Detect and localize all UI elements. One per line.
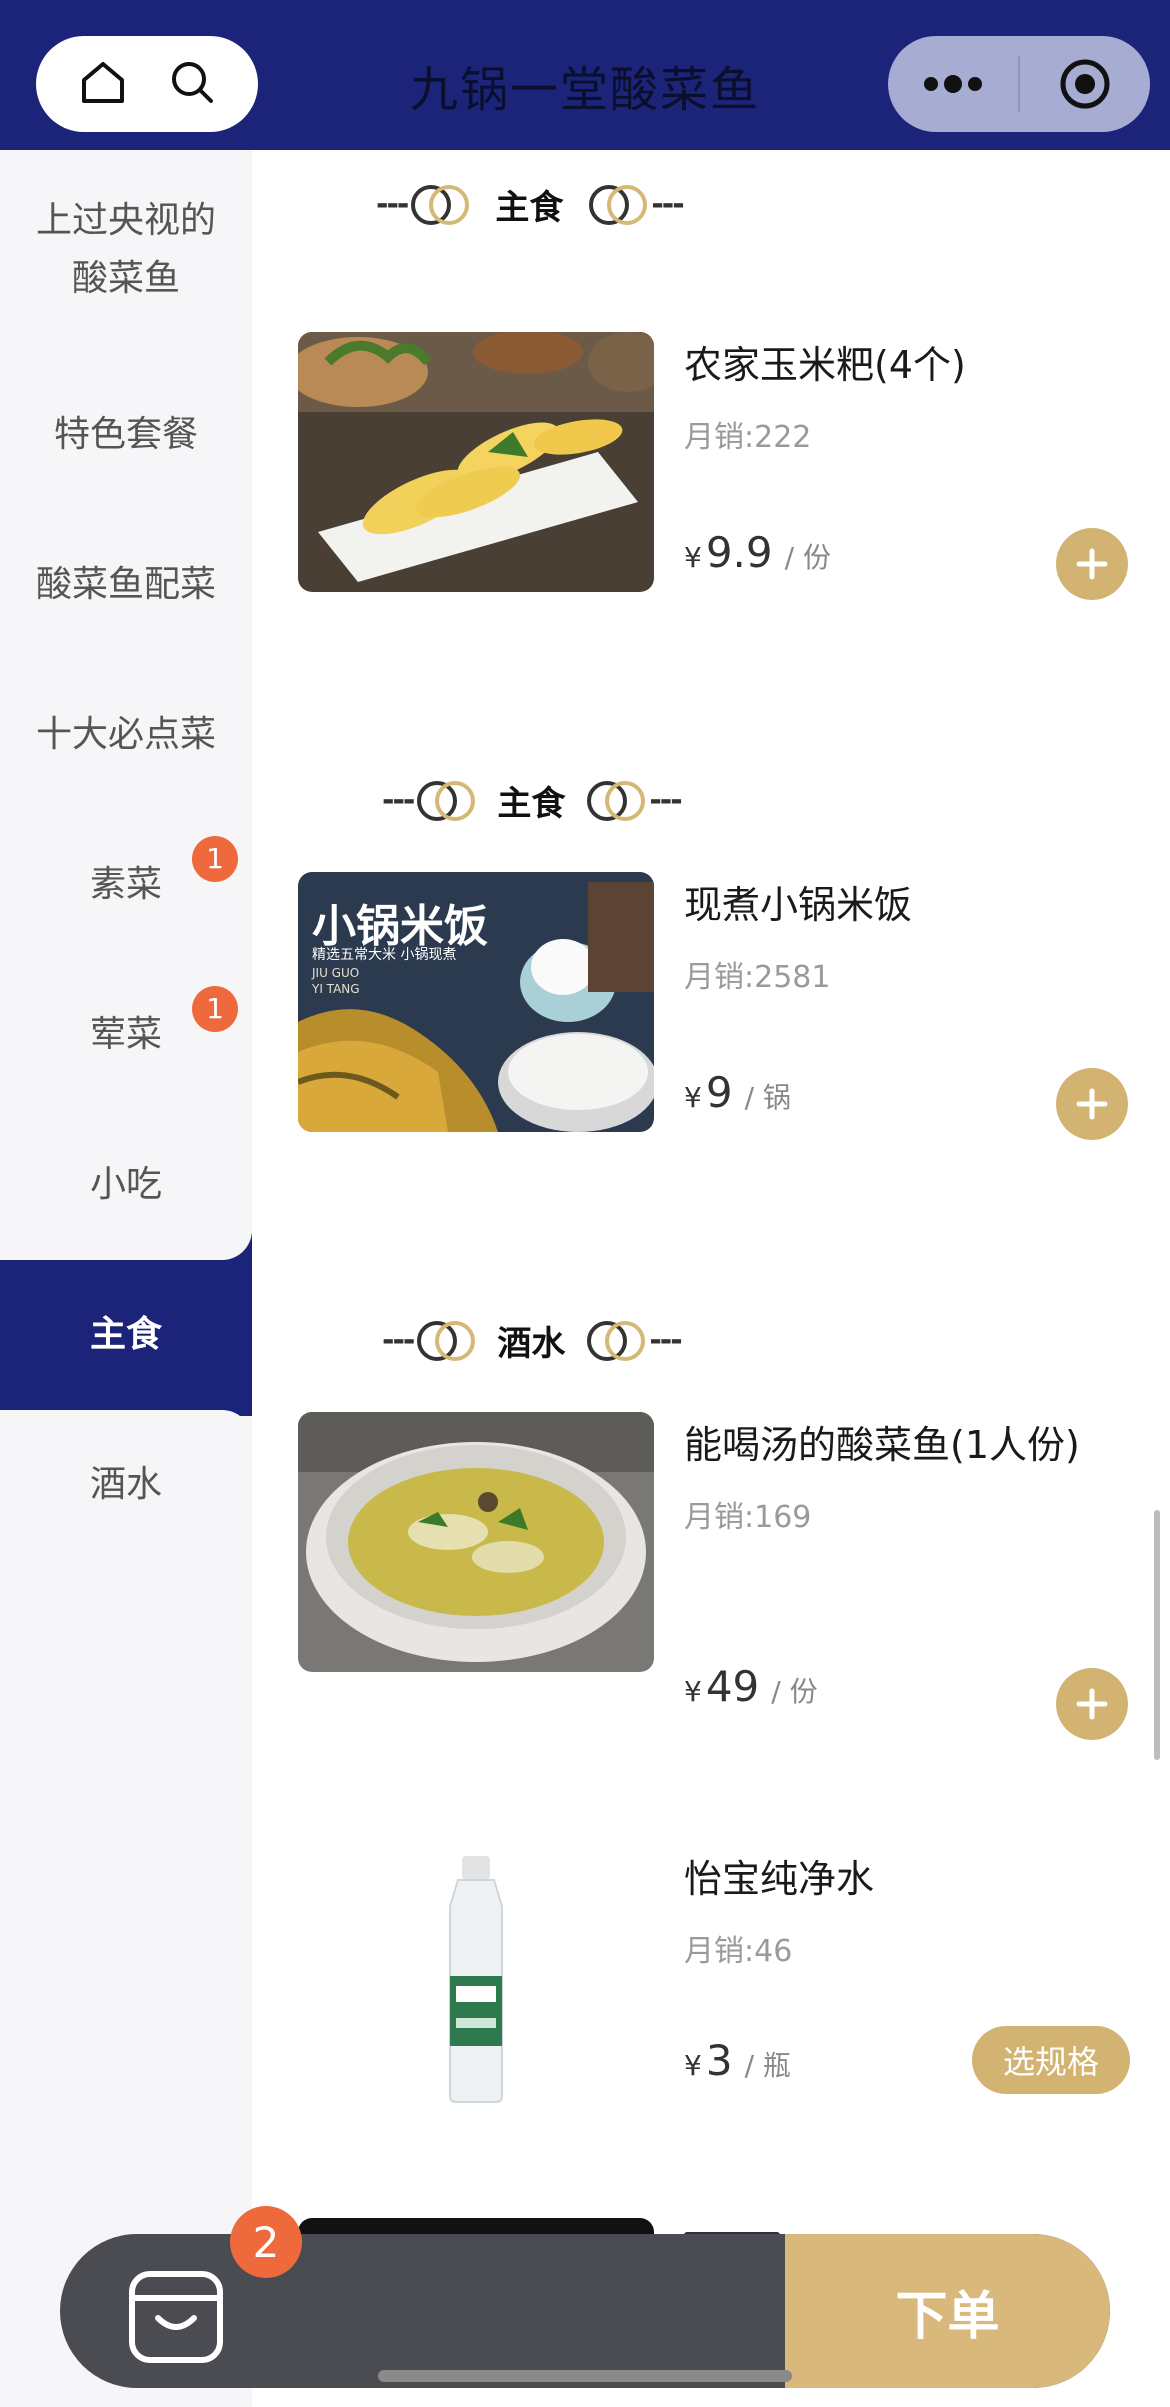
- product-sales: 月销:222: [684, 420, 812, 455]
- product-sales: 月销:169: [684, 1500, 812, 1535]
- sidebar-item-side-dishes[interactable]: 酸菜鱼配菜: [0, 510, 252, 660]
- sidebar-item-label: 上过央视的 酸菜鱼: [35, 200, 216, 299]
- rings-icon: [589, 184, 648, 225]
- cart-count-badge: 2: [230, 2206, 302, 2278]
- search-icon[interactable]: [167, 57, 217, 111]
- product-card[interactable]: 能喝汤的酸菜鱼(1人份) 月销:169 ¥ 49 / 份: [298, 1412, 1138, 1752]
- add-to-cart-button[interactable]: [1056, 528, 1128, 600]
- sidebar-item-label: 酸菜鱼配菜: [35, 564, 216, 605]
- nav-bar: 九锅一堂酸菜鱼: [0, 0, 1170, 150]
- product-image-fish-soup[interactable]: [298, 1412, 654, 1672]
- rings-icon: [411, 184, 470, 225]
- section-title: 主食: [495, 188, 564, 228]
- section-header: --- 酒水 ---: [382, 1316, 683, 1365]
- plus-icon: [1076, 548, 1108, 580]
- product-image-corn-cake[interactable]: [298, 332, 654, 592]
- section-header: --- 主食 ---: [376, 180, 685, 229]
- rings-icon: [417, 1320, 476, 1361]
- sidebar-item-cctv-fish[interactable]: 上过央视的 酸菜鱼: [0, 175, 252, 325]
- sidebar-item-label: 酒水: [89, 1464, 162, 1505]
- price-unit: / 份: [771, 1675, 818, 1708]
- product-name: 现煮小锅米饭: [684, 883, 913, 927]
- sidebar-item-snacks[interactable]: 小吃: [0, 1110, 252, 1260]
- section-title: 主食: [497, 784, 566, 824]
- plus-icon: [1076, 1688, 1108, 1720]
- section-decoration: ---: [376, 187, 409, 222]
- price-value: 49: [705, 1662, 760, 1711]
- scrollbar[interactable]: [1154, 1510, 1160, 1760]
- product-image-water[interactable]: [298, 1846, 654, 2106]
- checkout-button[interactable]: 下单: [785, 2234, 1110, 2388]
- sidebar-item-top-ten[interactable]: 十大必点菜: [0, 660, 252, 810]
- product-card[interactable]: 怡宝纯净水 月销:46 ¥ 3 / 瓶 选规格: [298, 1846, 1138, 2146]
- currency-symbol: ¥: [684, 2049, 702, 2082]
- rings-icon: [587, 780, 646, 821]
- rings-icon: [587, 1320, 646, 1361]
- nav-right-pill: [888, 36, 1150, 132]
- sidebar-item-label: 十大必点菜: [35, 714, 216, 755]
- nav-left-pill: [36, 36, 258, 132]
- select-spec-button[interactable]: 选规格: [972, 2026, 1130, 2094]
- product-sales: 月销:2581: [684, 960, 831, 995]
- sidebar-item-vegetables[interactable]: 素菜 1: [0, 810, 252, 960]
- section-decoration: ---: [382, 783, 415, 818]
- product-image-rice[interactable]: 小锅米饭 精选五常大米 小锅现煮 JIU GUO YI TANG: [298, 872, 654, 1132]
- page-title: 九锅一堂酸菜鱼: [409, 62, 760, 118]
- price-unit: / 瓶: [744, 2049, 791, 2082]
- section-decoration: ---: [649, 1323, 682, 1358]
- sidebar-item-label: 主食: [89, 1314, 162, 1355]
- count-badge: 1: [192, 986, 238, 1032]
- add-to-cart-button[interactable]: [1056, 1068, 1128, 1140]
- image-brand-line1: JIU GUO: [312, 966, 360, 980]
- price-value: 9.9: [705, 528, 773, 577]
- sidebar-item-label: 特色套餐: [53, 414, 198, 455]
- product-card[interactable]: 小锅米饭 精选五常大米 小锅现煮 JIU GUO YI TANG 现煮小锅米饭 …: [298, 872, 1138, 1142]
- rings-icon: [417, 780, 476, 821]
- currency-symbol: ¥: [684, 541, 702, 574]
- product-price: ¥ 49 / 份: [684, 1662, 818, 1711]
- price-value: 9: [705, 1068, 733, 1117]
- product-price: ¥ 3 / 瓶: [684, 2036, 791, 2085]
- plus-icon: [1076, 1088, 1108, 1120]
- sidebar-item-label: 小吃: [89, 1164, 162, 1205]
- section-title: 酒水: [497, 1324, 566, 1364]
- sidebar-item-set-meals[interactable]: 特色套餐: [0, 360, 252, 510]
- product-card[interactable]: 农家玉米粑(4个) 月销:222 ¥ 9.9 / 份: [298, 332, 1138, 602]
- product-price: ¥ 9.9 / 份: [684, 528, 831, 577]
- product-sales: 月销:46: [684, 1934, 793, 1969]
- product-price: ¥ 9 / 锅: [684, 1068, 791, 1117]
- price-unit: / 份: [784, 541, 831, 574]
- sidebar-item-staples[interactable]: 主食: [0, 1260, 252, 1410]
- price-value: 3: [705, 2036, 733, 2085]
- price-unit: / 锅: [744, 1081, 791, 1114]
- image-brand-line2: YI TANG: [312, 982, 360, 996]
- section-header: --- 主食 ---: [382, 776, 683, 825]
- more-icon[interactable]: [888, 36, 1018, 132]
- shopping-bag-icon[interactable]: [124, 2264, 228, 2368]
- product-name: 怡宝纯净水: [684, 1857, 875, 1901]
- home-icon[interactable]: [78, 57, 128, 111]
- sidebar-item-drinks[interactable]: 酒水: [0, 1410, 252, 1560]
- currency-symbol: ¥: [684, 1081, 702, 1114]
- section-decoration: ---: [651, 187, 684, 222]
- sidebar-item-meat[interactable]: 荤菜 1: [0, 960, 252, 1110]
- image-subtitle: 精选五常大米 小锅现煮: [312, 947, 457, 963]
- count-badge: 1: [192, 836, 238, 882]
- sidebar-item-label: 素菜: [89, 864, 162, 905]
- home-indicator: [378, 2370, 792, 2382]
- section-decoration: ---: [382, 1323, 415, 1358]
- sidebar-item-label: 荤菜: [89, 1014, 162, 1055]
- product-name: 能喝汤的酸菜鱼(1人份): [684, 1423, 1080, 1467]
- currency-symbol: ¥: [684, 1675, 702, 1708]
- add-to-cart-button[interactable]: [1056, 1668, 1128, 1740]
- product-name: 农家玉米粑(4个): [684, 343, 966, 387]
- section-decoration: ---: [649, 783, 682, 818]
- target-icon[interactable]: [1020, 36, 1150, 132]
